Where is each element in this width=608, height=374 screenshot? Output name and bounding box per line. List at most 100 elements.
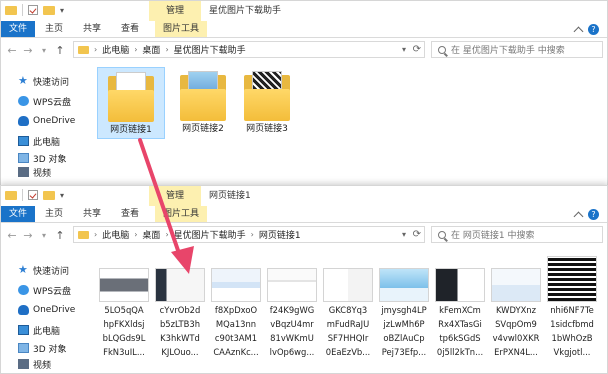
back-arrow-icon[interactable]: ← xyxy=(7,229,17,242)
help-icon[interactable]: ? xyxy=(588,24,599,35)
folder-item[interactable]: 网页链接1 xyxy=(97,67,165,139)
search-input[interactable]: 在 网页链接1 中搜索 xyxy=(431,226,603,243)
sidebar-item-label: 视频 xyxy=(33,168,52,179)
manage-context-tab[interactable]: 管理 xyxy=(149,186,201,206)
tab-home[interactable]: 主页 xyxy=(35,206,73,222)
ribbon-controls: ? xyxy=(573,24,599,36)
image-file-item[interactable]: cYvrOb2d b5zLTB3h K3hkWTd KJLOuo... xyxy=(153,268,207,358)
customize-toolbar-icon[interactable]: ▾ xyxy=(60,191,64,200)
new-folder-icon[interactable] xyxy=(43,190,55,200)
sidebar-item-onedrive[interactable]: OneDrive xyxy=(1,300,89,320)
manage-context-tab[interactable]: 管理 xyxy=(149,1,201,21)
breadcrumb-current-folder[interactable]: 网页链接1 xyxy=(259,228,301,241)
tab-home[interactable]: 主页 xyxy=(35,21,73,37)
up-arrow-icon[interactable]: ↑ xyxy=(55,229,65,242)
search-input[interactable]: 在 星优图片下载助手 中搜索 xyxy=(431,41,603,58)
file-name-line: v4vwl0XKR xyxy=(492,333,540,343)
chevron-down-icon[interactable]: ▾ xyxy=(402,45,406,54)
folder-label: 网页链接1 xyxy=(110,125,152,135)
video-icon xyxy=(18,167,29,177)
tab-picture-tools[interactable]: 图片工具 xyxy=(155,206,208,222)
tab-picture-tools[interactable]: 图片工具 xyxy=(155,21,208,37)
customize-toolbar-icon[interactable]: ▾ xyxy=(60,6,64,15)
3d-objects-icon xyxy=(18,153,29,163)
file-name-line: 1bWhOzB xyxy=(551,333,593,343)
properties-icon[interactable] xyxy=(28,190,38,200)
image-file-item[interactable]: f24K9gWG vBqzU4mr 81vWKmU lvOp6wg... xyxy=(265,268,319,358)
refresh-icon[interactable]: ⟳ xyxy=(413,44,421,55)
tab-view[interactable]: 查看 xyxy=(111,21,149,37)
tab-share[interactable]: 共享 xyxy=(73,21,111,37)
image-file-item[interactable]: KWDYXnz SVqpOm9 v4vwl0XKR ErPXN4L... xyxy=(489,268,543,358)
chevron-right-icon[interactable]: › xyxy=(165,45,168,54)
sidebar-item-videos[interactable]: 视频 xyxy=(1,356,89,372)
refresh-icon[interactable]: ⟳ xyxy=(413,229,421,240)
image-file-item[interactable]: f8XpDxoO MQa13nn c90t3AM1 CAAznKc... xyxy=(209,268,263,358)
sidebar-item-3d-objects[interactable]: 3D 对象 xyxy=(1,151,89,165)
image-file-item[interactable]: jmysgh4LP jzLwMh6P oBZlAuCp Pej73Efp... xyxy=(377,268,431,358)
toolbar-divider xyxy=(22,4,23,16)
collapse-ribbon-icon[interactable] xyxy=(573,211,584,221)
sidebar-item-wps-cloud[interactable]: WPS云盘 xyxy=(1,91,89,111)
image-file-item[interactable]: nhi6NF7Te 1sidcfbmd 1bWhOzB Vkgjotl... xyxy=(545,256,599,358)
chevron-down-icon[interactable]: ▾ xyxy=(402,230,406,239)
breadcrumb-this-pc[interactable]: 此电脑 xyxy=(102,228,129,241)
sidebar-item-label: WPS云盘 xyxy=(33,97,72,108)
sidebar-item-quick-access[interactable]: ★ 快速访问 xyxy=(1,71,89,91)
back-arrow-icon[interactable]: ← xyxy=(7,44,17,57)
sidebar-item-label: 3D 对象 xyxy=(33,154,67,165)
breadcrumb-current-folder[interactable]: 星优图片下载助手 xyxy=(174,43,246,56)
forward-arrow-icon[interactable]: → xyxy=(23,44,33,57)
image-file-item[interactable]: GKC8Yq3 mFudRaJU SF7HHQIr 0EaEzVb... xyxy=(321,268,375,358)
file-name-line: SF7HHQIr xyxy=(327,333,369,343)
sidebar-item-videos[interactable]: 视频 xyxy=(1,165,89,179)
sidebar-item-this-pc[interactable]: 此电脑 xyxy=(1,320,89,340)
file-name-line: CAAznKc... xyxy=(213,347,259,357)
forward-arrow-icon[interactable]: → xyxy=(23,229,33,242)
file-name-line: KWDYXnz xyxy=(495,305,537,315)
chevron-right-icon[interactable]: › xyxy=(134,45,137,54)
breadcrumb-parent-folder[interactable]: 星优图片下载助手 xyxy=(174,228,246,241)
new-folder-icon[interactable] xyxy=(43,5,55,15)
image-file-item[interactable]: 5LO5qQA hpFKXldsj bLQGds9L FkN3uIL... xyxy=(97,268,151,358)
help-icon[interactable]: ? xyxy=(588,209,599,220)
address-bar[interactable]: › 此电脑 › 桌面 › 星优图片下载助手 › 网页链接1 ▾ ⟳ xyxy=(73,226,425,243)
breadcrumb-desktop[interactable]: 桌面 xyxy=(142,43,160,56)
folder-item[interactable]: 网页链接2 xyxy=(169,67,237,137)
navigation-pane: ★ 快速访问 WPS云盘 OneDrive 此电脑 3D 对象 视频 xyxy=(1,260,89,372)
tab-view[interactable]: 查看 xyxy=(111,206,149,222)
tab-file[interactable]: 文件 xyxy=(1,206,35,222)
folder-label: 网页链接2 xyxy=(182,124,224,134)
sidebar-item-label: 此电脑 xyxy=(33,326,61,337)
chevron-right-icon[interactable]: › xyxy=(134,230,137,239)
address-bar[interactable]: › 此电脑 › 桌面 › 星优图片下载助手 ▾ ⟳ xyxy=(73,41,425,58)
image-file-item[interactable]: kFemXCm Rx4XTasGi tp6kSGdS 0j5ll2kTn... xyxy=(433,268,487,358)
file-name-line: 81vWKmU xyxy=(270,333,314,343)
chevron-right-icon[interactable]: › xyxy=(251,230,254,239)
file-name-line: Rx4XTasGi xyxy=(438,319,482,329)
sidebar-item-onedrive[interactable]: OneDrive xyxy=(1,111,89,131)
sidebar-item-3d-objects[interactable]: 3D 对象 xyxy=(1,340,89,356)
breadcrumb-desktop[interactable]: 桌面 xyxy=(142,228,160,241)
folder-item[interactable]: 网页链接3 xyxy=(233,67,301,137)
chevron-right-icon[interactable]: › xyxy=(165,230,168,239)
breadcrumb-this-pc[interactable]: 此电脑 xyxy=(102,43,129,56)
recent-locations-icon[interactable]: ▾ xyxy=(39,231,49,240)
chevron-right-icon[interactable]: › xyxy=(94,45,97,54)
star-icon: ★ xyxy=(18,263,28,276)
sidebar-item-quick-access[interactable]: ★ 快速访问 xyxy=(1,260,89,280)
up-arrow-icon[interactable]: ↑ xyxy=(55,44,65,57)
collapse-ribbon-icon[interactable] xyxy=(573,26,584,36)
sidebar-item-wps-cloud[interactable]: WPS云盘 xyxy=(1,280,89,300)
ribbon-tabs: 文件 主页 共享 查看 图片工具 ? xyxy=(1,206,607,223)
properties-icon[interactable] xyxy=(28,5,38,15)
tab-share[interactable]: 共享 xyxy=(73,206,111,222)
file-name-line: f8XpDxoO xyxy=(214,305,258,315)
file-name-line: f24K9gWG xyxy=(269,305,315,315)
sidebar-item-this-pc[interactable]: 此电脑 xyxy=(1,131,89,151)
tab-file[interactable]: 文件 xyxy=(1,21,35,37)
chevron-right-icon[interactable]: › xyxy=(94,230,97,239)
3d-objects-icon xyxy=(18,343,29,353)
recent-locations-icon[interactable]: ▾ xyxy=(39,46,49,55)
image-thumbnail xyxy=(491,268,541,302)
